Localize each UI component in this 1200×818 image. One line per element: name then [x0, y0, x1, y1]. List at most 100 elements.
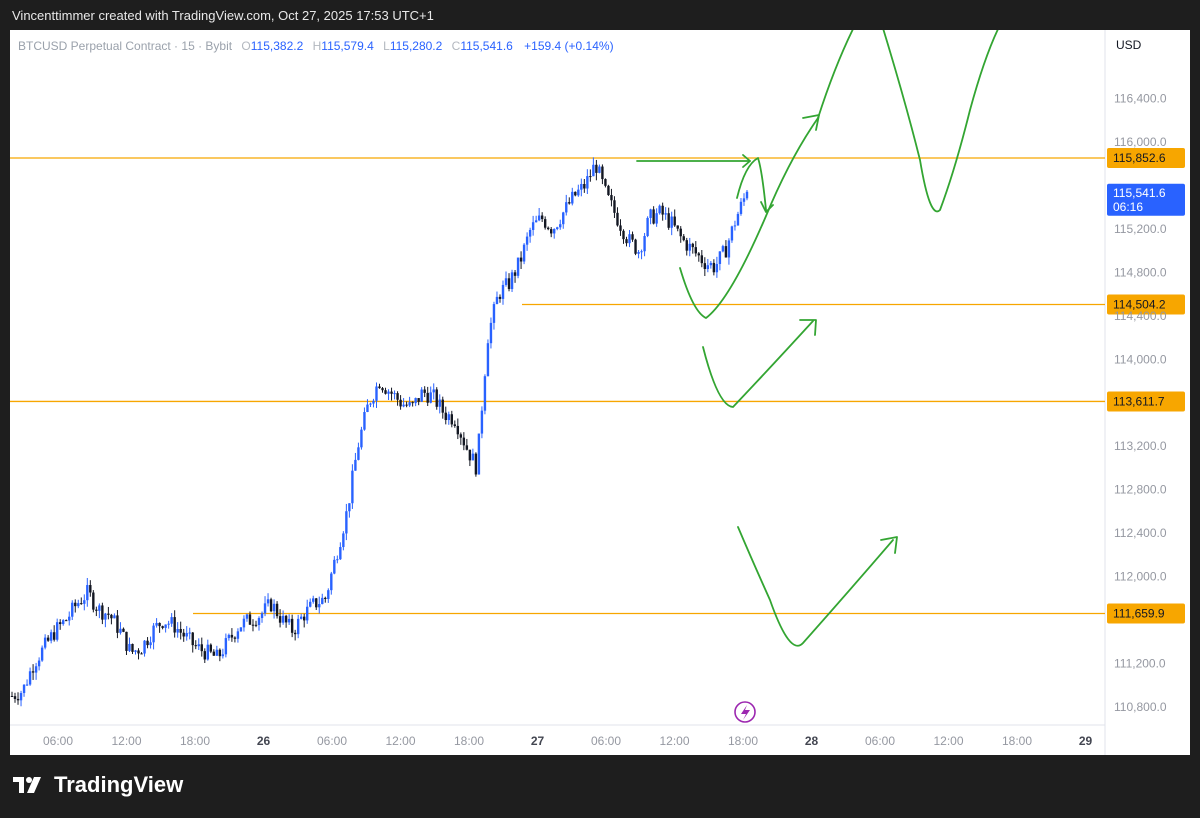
- candle-body: [173, 617, 176, 633]
- candle-body: [248, 614, 252, 625]
- time-tick-label: 06:00: [43, 734, 73, 748]
- candle-body: [595, 164, 598, 173]
- price-tick-label: 112,800.0: [1114, 483, 1167, 497]
- candle-body: [55, 622, 59, 640]
- candle-body: [408, 402, 411, 406]
- candle-body: [658, 205, 661, 214]
- candle-body: [468, 449, 472, 461]
- candle-body: [28, 671, 32, 685]
- candle-body: [101, 605, 104, 620]
- candle-body: [13, 696, 17, 699]
- candle-body: [616, 212, 619, 226]
- candle-body: [25, 684, 29, 686]
- price-level-tag-label: 115,852.6: [1113, 151, 1166, 165]
- candle-body: [200, 644, 203, 652]
- chart-area[interactable]: 115,852.6 114,504.2 113,611.7 111,659.9 115,…: [10, 30, 1190, 755]
- candle-body: [682, 236, 685, 241]
- candle-body: [577, 189, 580, 196]
- candle-body: [709, 262, 713, 266]
- candle-body: [375, 386, 378, 401]
- candle-body: [712, 262, 716, 273]
- candle-body: [224, 638, 228, 655]
- candle-body: [516, 257, 520, 276]
- candle-body: [450, 414, 453, 425]
- candle-body: [315, 598, 318, 608]
- candle-body: [278, 616, 282, 623]
- candle-body: [540, 215, 544, 220]
- price-chart[interactable]: 115,852.6114,504.2113,611.7111,659.9115,…: [10, 30, 1190, 755]
- candle-body: [715, 263, 719, 273]
- candle-body: [16, 698, 20, 701]
- time-tick-label: 12:00: [111, 734, 141, 748]
- candle-body: [679, 228, 682, 237]
- candle-body: [89, 585, 92, 593]
- candle-body: [272, 603, 276, 612]
- candle-body: [685, 240, 688, 251]
- candle-body: [721, 246, 725, 252]
- candle-body: [191, 632, 194, 646]
- countdown-label: 06:16: [1113, 200, 1143, 214]
- candle-body: [203, 651, 206, 660]
- candle-body: [480, 410, 484, 434]
- candle-body: [324, 597, 327, 599]
- candle-body: [465, 445, 469, 450]
- candle-body: [631, 234, 634, 240]
- candle-body: [140, 653, 143, 655]
- candle-body: [610, 195, 613, 201]
- currency-button[interactable]: USD: [1116, 38, 1141, 52]
- candle-body: [534, 220, 538, 223]
- current-price-label: 115,541.6: [1113, 186, 1166, 200]
- candle-body: [206, 644, 209, 660]
- candle-body: [586, 176, 589, 189]
- price-tick-label: 114,400.0: [1114, 309, 1167, 323]
- candle-body: [441, 399, 444, 413]
- candle-body: [559, 224, 562, 228]
- candle-body: [546, 227, 550, 230]
- candle-body: [46, 637, 50, 641]
- candle-body: [483, 376, 487, 411]
- time-tick-label: 18:00: [180, 734, 210, 748]
- candle-body: [495, 296, 499, 305]
- candle-body: [513, 272, 517, 276]
- price-tick-label: 112,400.0: [1114, 526, 1167, 540]
- candle-body: [565, 202, 568, 213]
- candle-body: [474, 453, 478, 475]
- candle-body: [438, 399, 441, 407]
- candle-body: [673, 216, 676, 226]
- time-axis: 06:00 12:00 18:00 26 06:00 12:00 18:00 27 06:00 1…: [43, 734, 1093, 748]
- candle-body: [655, 213, 658, 224]
- candle-body: [643, 236, 646, 252]
- candle-body: [366, 404, 369, 413]
- candle-body: [447, 414, 450, 421]
- price-tick-label: 116,400.0: [1114, 92, 1167, 106]
- credit-text: Vincenttimmer created with TradingView.c…: [12, 8, 434, 23]
- candle-body: [562, 212, 565, 225]
- ohlc-legend: BTCUSD Perpetual Contract · 15 · Bybit O…: [18, 39, 614, 53]
- candle-body: [37, 660, 41, 667]
- candle-body: [68, 616, 71, 621]
- time-tick-label: 27: [531, 734, 545, 748]
- change-value: +159.4 (+0.14%): [524, 39, 614, 53]
- candle-body: [501, 284, 505, 299]
- time-tick-label: 28: [805, 734, 819, 748]
- candle-body: [71, 602, 74, 617]
- candle-body: [414, 398, 417, 404]
- candle-body: [309, 601, 312, 607]
- candle-body: [170, 617, 173, 624]
- candle-body: [83, 600, 86, 604]
- candle-body: [321, 597, 324, 605]
- candle-body: [119, 628, 122, 633]
- candle-body: [113, 615, 116, 619]
- candle-body: [137, 650, 140, 654]
- candle-body: [492, 304, 496, 323]
- candle-body: [360, 429, 363, 448]
- price-tick-label: 112,000.0: [1114, 570, 1167, 584]
- candle-body: [158, 622, 161, 627]
- candle-body: [580, 183, 583, 190]
- candle-body: [266, 599, 270, 604]
- candle-body: [92, 592, 95, 610]
- candle-body: [637, 252, 640, 254]
- candle-body: [296, 618, 300, 635]
- candle-body: [179, 628, 182, 633]
- candle-body: [230, 634, 234, 638]
